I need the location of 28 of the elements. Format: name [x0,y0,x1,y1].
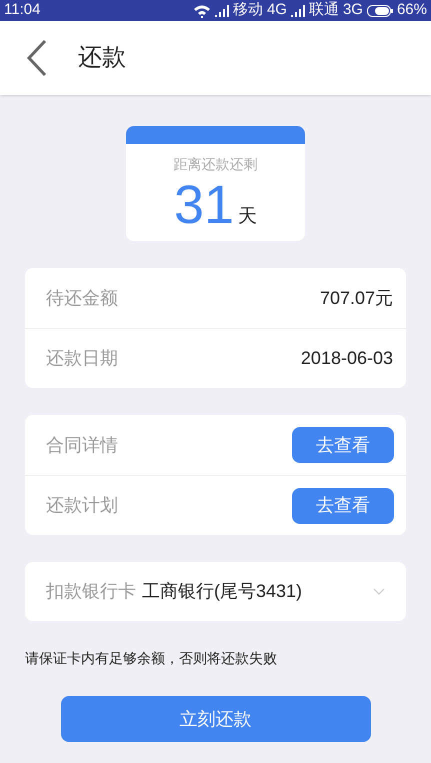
signal-icon [214,4,229,16]
field-label: 还款日期 [46,347,118,370]
repay-button[interactable]: 立刻还款 [60,696,370,742]
battery-percent: 66% [396,0,427,20]
carrier-name: 移动 [232,0,263,20]
field-label: 扣款银行卡 [46,580,136,603]
notice-text: 请保证卡内有足够余额，否则将还款失败 [25,649,278,668]
network-type: 3G [342,0,363,20]
field-value: 工商银行(尾号3431) [142,580,302,603]
field-value: 707.07元 [320,286,393,310]
view-button[interactable]: 去查看 [292,488,394,524]
days-unit: 天 [238,204,258,228]
wifi-icon [192,4,211,18]
page-title: 还款 [78,43,126,73]
view-button[interactable]: 去查看 [292,427,394,463]
field-value: 2018-06-03 [300,347,393,370]
field-label: 待还金额 [46,286,118,310]
bank-card-selector[interactable]: 扣款银行卡 工商银行(尾号3431) [25,562,406,621]
carrier-name: 联通 [308,0,339,20]
network-type: 4G [266,0,287,20]
field-label: 合同详情 [46,434,118,456]
chevron-down-icon [373,588,385,595]
days-count: 31 [174,177,234,233]
countdown-label: 距离还款还剩 [174,155,258,174]
status-time: 11:04 [4,0,40,20]
battery-icon [366,4,393,16]
signal-icon [290,4,305,16]
field-label: 还款计划 [46,494,118,517]
